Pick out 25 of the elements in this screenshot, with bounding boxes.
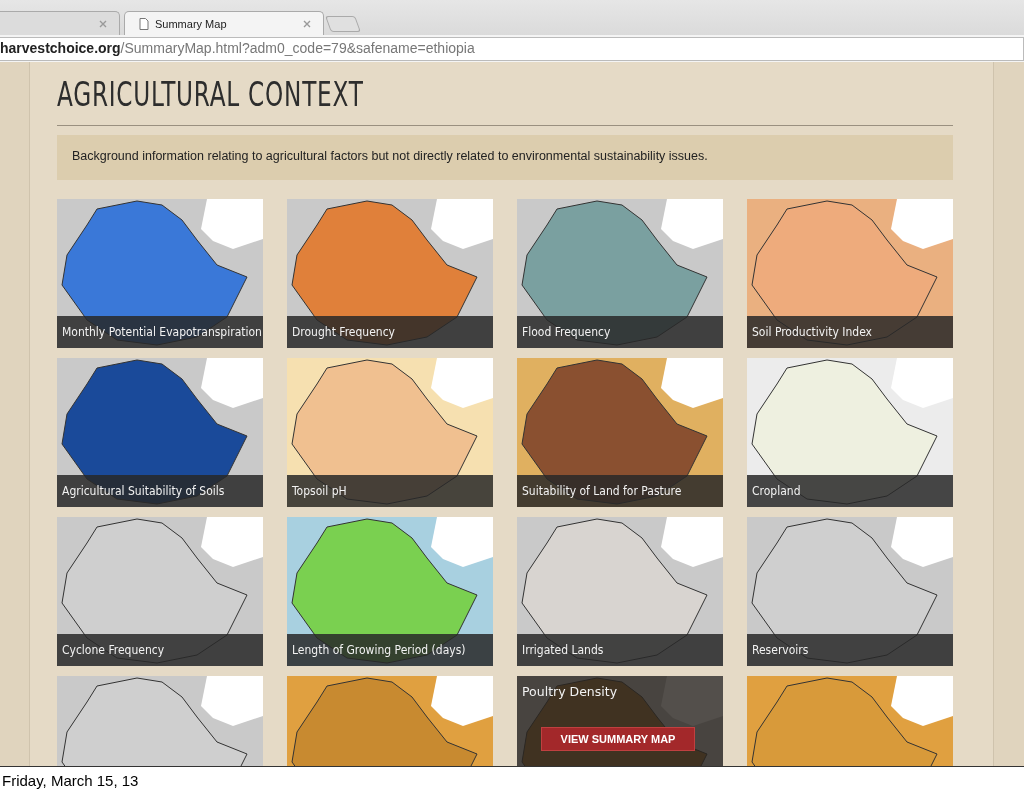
tile-title[interactable]: Topsoil pH — [287, 475, 493, 507]
page-icon — [139, 17, 149, 30]
tile-title[interactable]: Reservoirs — [747, 634, 953, 666]
tile-title[interactable]: Soil Productivity Index — [747, 316, 953, 348]
tile-title[interactable]: Length of Growing Period (days) — [287, 634, 493, 666]
close-icon[interactable] — [99, 19, 107, 28]
tile-title: Poultry Density — [522, 684, 618, 699]
tile-title[interactable]: Agricultural Suitability of Soils — [57, 475, 263, 507]
tile-title[interactable]: Cyclone Frequency — [57, 634, 263, 666]
view-map-button[interactable]: VIEW SUMMARY MAP — [541, 727, 695, 751]
address-bar[interactable]: harvestchoice.org/SummaryMap.html?adm0_code=79&safename=ethiopia — [0, 37, 1024, 61]
tile-title[interactable]: Drought Frequency — [287, 316, 493, 348]
tile-title[interactable]: Irrigated Lands — [517, 634, 723, 666]
tile-title[interactable]: Flood Frequency — [517, 316, 723, 348]
new-tab-button[interactable] — [325, 16, 361, 32]
slide-caption: Friday, March 15, 13 — [0, 766, 1024, 796]
section-heading: AGRICULTURAL CONTEXT — [57, 74, 364, 116]
tile-title[interactable]: Monthly Potential Evapotranspiration — [57, 316, 263, 348]
tile-title[interactable]: Suitability of Land for Pasture — [517, 475, 723, 507]
browser-tab[interactable] — [0, 11, 120, 35]
tab-title: Summary Map — [155, 17, 228, 30]
tile-title[interactable]: Cropland — [747, 475, 953, 507]
browser-tab[interactable]: Summary Map — [124, 11, 324, 35]
close-icon[interactable] — [303, 19, 311, 28]
description-text: Background information relating to agricultural factors but not directly related to environmental sustainability issues. — [57, 135, 953, 180]
